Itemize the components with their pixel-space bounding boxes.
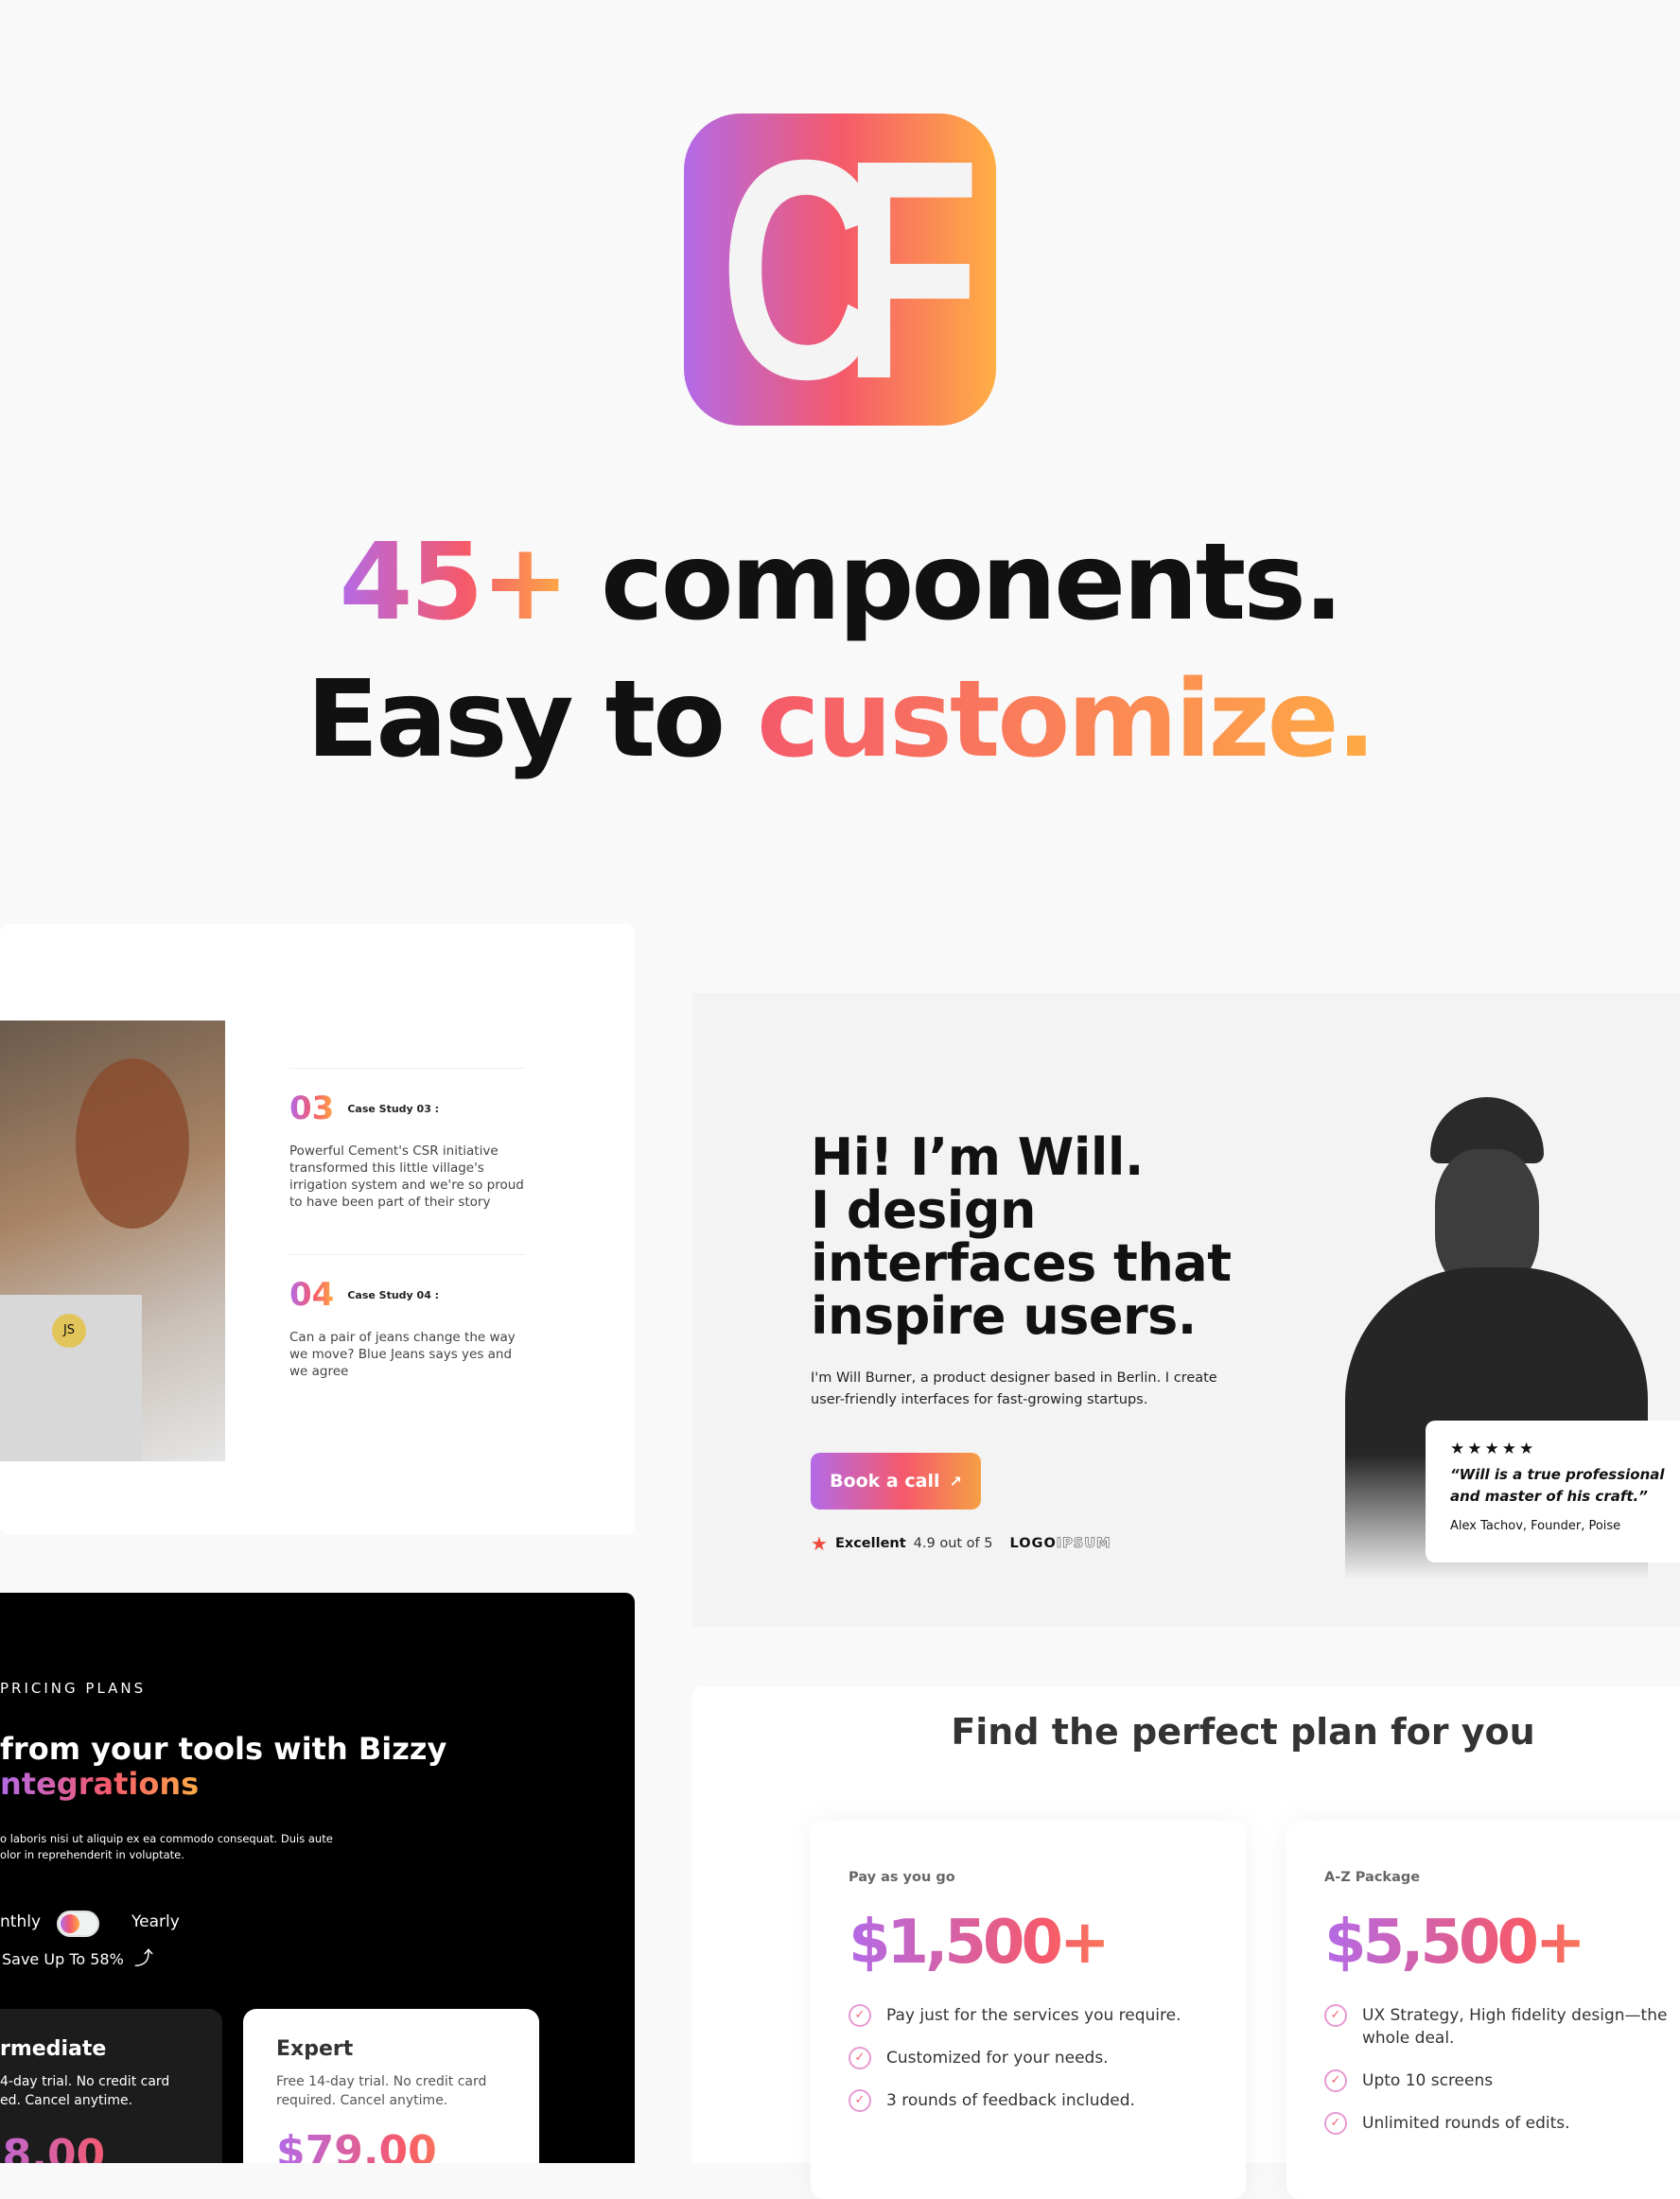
feature-item: ✓ Upto 10 screens [1324, 2069, 1674, 2092]
case-study-03-header: 03 Case Study 03 : [289, 1090, 439, 1127]
check-circle-icon: ✓ [1324, 2112, 1347, 2135]
case-study-04-header: 04 Case Study 04 : [289, 1276, 439, 1314]
plan-desc: Free 14-day trial. No credit card requir… [276, 2074, 487, 2108]
case-study-title: Case Study 03 : [347, 1102, 440, 1115]
check-circle-icon: ✓ [849, 2089, 871, 2112]
case-study-number: 04 [289, 1276, 335, 1314]
toggle-monthly-label[interactable]: nthly [0, 1912, 41, 1931]
pricing-title: from your tools with Bizzy [0, 1731, 447, 1767]
plan-name: Expert [276, 2037, 354, 2061]
pricing-title: Find the perfect plan for you [951, 1711, 1535, 1753]
plan-price: $5,500+ [1324, 1908, 1680, 1978]
designer-bio: I'm Will Burner, a product designer base… [811, 1370, 1217, 1407]
testimonial-quote: “Will is a true professional and master … [1450, 1466, 1665, 1505]
feature-item: ✓ 3 rounds of feedback included. [849, 2089, 1208, 2112]
check-circle-icon: ✓ [849, 2047, 871, 2069]
rating-label: Excellent [834, 1536, 906, 1551]
plan-card-a-z-package[interactable]: A-Z Package $5,500+ ✓ UX Strategy, High f… [1286, 1821, 1680, 2199]
hero-line-2: Easy to customize. [0, 667, 1680, 773]
js-sticker: JS [52, 1314, 86, 1348]
plan-card-expert[interactable]: Expert Free 14-day trial. No credit card… [243, 2009, 539, 2163]
plan-price: $79.00 [276, 2127, 506, 2163]
save-note: Save Up To 58% [2, 1950, 124, 1968]
feature-item: ✓ UX Strategy, High fidelity design—the w… [1324, 2004, 1674, 2050]
check-circle-icon: ✓ [1324, 2069, 1347, 2092]
designer-hero-card: Hi! I’m Will. I design interfaces that insp… [692, 993, 1680, 1627]
curved-arrow-icon: ⤴ [134, 1946, 153, 1969]
button-label: Book a call [830, 1471, 940, 1492]
rating-value: 4.9 out of 5 [913, 1536, 993, 1551]
case-study-photo: JS [0, 1021, 225, 1461]
hero-text: components. [567, 521, 1343, 644]
check-circle-icon: ✓ [849, 2004, 871, 2027]
feature-item: ✓ Pay just for the services you require. [849, 2004, 1208, 2027]
plan-card-intermediate[interactable]: rmediate 4-day trial. No credit card ed.… [0, 2009, 222, 2163]
pricing-desc: o laboris nisi ut aliquip ex ea commodo … [0, 1832, 333, 1861]
plan-name: Pay as you go [849, 1870, 955, 1885]
hero-text: Easy to [306, 658, 758, 781]
feature-item: ✓ Customized for your needs. [849, 2047, 1208, 2069]
plan-price: $1,500+ [849, 1908, 1208, 1978]
case-studies-card: JS 03 Case Study 03 : Powerful Cement's … [0, 924, 635, 1535]
feature-item: ✓ Unlimited rounds of edits. [1324, 2112, 1674, 2135]
dark-pricing-section: PRICING PLANS from your tools with Bizzy… [0, 1593, 635, 2163]
pricing-eyebrow: PRICING PLANS [0, 1680, 147, 1697]
plan-name: rmediate [0, 2037, 107, 2061]
plan-card-pay-as-you-go[interactable]: Pay as you go $1,500+ ✓ Pay just for the … [811, 1821, 1246, 2199]
pricing-title-accent: ntegrations [0, 1766, 200, 1802]
plan-desc: 4-day trial. No credit card ed. Cancel a… [0, 2074, 170, 2108]
divider [289, 1254, 526, 1255]
testimonial-card: ★★★★★ “Will is a true professional and m… [1426, 1421, 1680, 1562]
book-call-button[interactable]: Book a call ↗ [811, 1453, 981, 1510]
plan-price: $8.00 [0, 2131, 222, 2163]
toggle-yearly-label[interactable]: Yearly [131, 1912, 180, 1931]
divider [289, 1068, 526, 1069]
rating-row: ★ Excellent 4.9 out of 5 LOGOIPSUM [811, 1532, 1111, 1555]
billing-toggle[interactable] [57, 1911, 99, 1937]
hero-line-1: 45+ components. [0, 530, 1680, 636]
case-study-number: 03 [289, 1090, 335, 1127]
cf-logo: C F [684, 113, 996, 426]
star-icon: ★ [811, 1532, 828, 1555]
logo-letter-f: F [843, 113, 981, 426]
check-circle-icon: ✓ [1324, 2004, 1347, 2027]
hero-accent: customize. [757, 658, 1376, 781]
designer-headline: Hi! I’m Will. I design interfaces that insp… [811, 1127, 1232, 1346]
hero-accent: 45+ [339, 521, 569, 644]
case-study-title: Case Study 04 : [347, 1288, 440, 1301]
plan-name: A-Z Package [1324, 1870, 1421, 1885]
arrow-up-right-icon: ↗ [949, 1472, 962, 1491]
five-stars-icon: ★★★★★ [1450, 1440, 1537, 1458]
case-study-text: Can a pair of jeans change the way we mo… [289, 1330, 516, 1379]
case-study-text: Powerful Cement's CSR initiative transfo… [289, 1143, 524, 1210]
logoipsum-logo: LOGOIPSUM [1009, 1536, 1111, 1552]
testimonial-author: Alex Tachov, Founder, Poise [1450, 1519, 1621, 1533]
light-pricing-section: Find the perfect plan for you Pay as you… [692, 1686, 1680, 2199]
